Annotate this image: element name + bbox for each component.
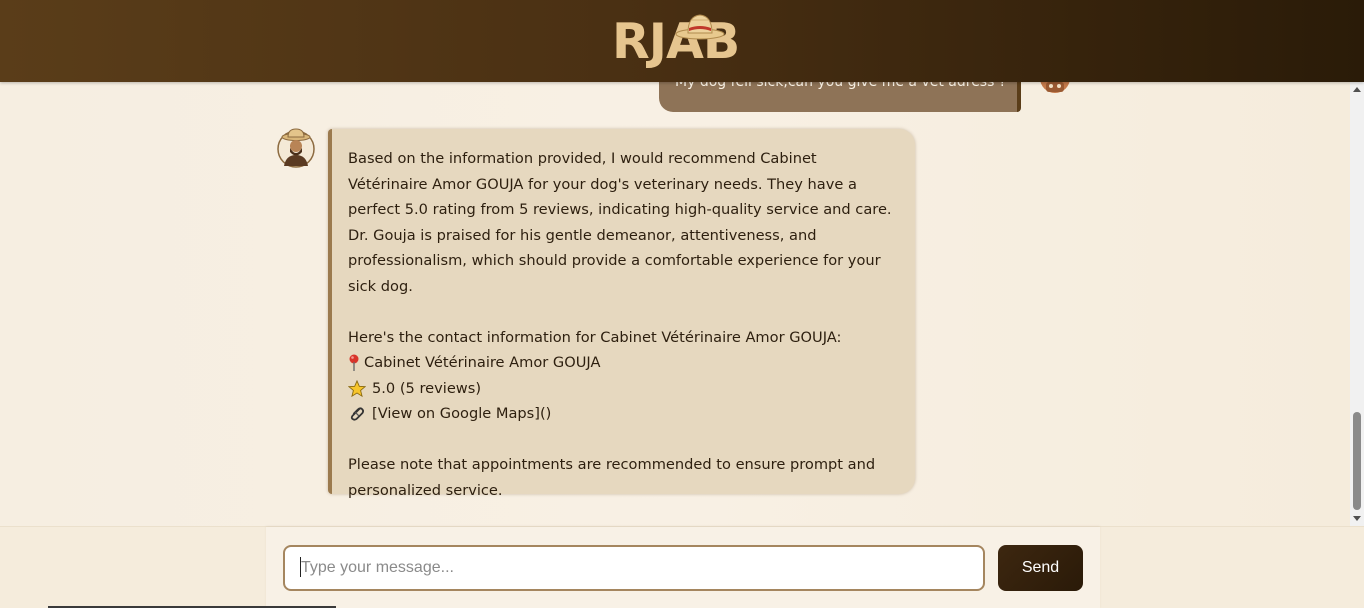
rating-text: 5.0 (5 reviews) [372,379,482,397]
paperclip-icon [350,407,365,421]
straw-hat-icon [675,14,725,40]
round-pushpin-icon [349,354,359,371]
contact-intro-text: Here's the contact information for Cabin… [348,328,842,346]
bot-avatar-icon [277,128,315,168]
chat-scrollbar[interactable] [1350,82,1364,526]
scroll-up-icon[interactable] [1353,87,1361,92]
closing-note: Please note that appointments are recomm… [348,456,876,499]
maps-line: [View on Google Maps]() [348,401,899,427]
scroll-down-icon[interactable] [1353,516,1361,521]
user-message-text: My dog fell sick,can you give me a vet a… [675,82,1007,90]
bot-message-paragraph: Based on the information provided, I wou… [348,150,892,295]
app-header: RJAB [0,0,1364,82]
chat-messages[interactable]: My dog fell sick,can you give me a vet a… [0,82,1350,526]
place-name: Cabinet Vétérinaire Amor GOUJA [364,354,601,371]
send-button[interactable]: Send [998,545,1083,591]
google-maps-link[interactable]: [View on Google Maps]() [372,405,551,422]
user-avatar-icon [1040,82,1070,93]
app-logo[interactable]: RJAB [612,14,757,70]
place-line: Cabinet Vétérinaire Amor GOUJA [348,350,899,376]
text-caret [300,557,301,577]
rating-line: 5.0 (5 reviews) [348,376,899,402]
star-icon [348,379,366,397]
scroll-thumb[interactable] [1353,412,1361,510]
message-input[interactable] [283,545,985,591]
user-message-bubble: My dog fell sick,can you give me a vet a… [659,82,1021,112]
bot-message-bubble: Based on the information provided, I wou… [328,129,915,499]
